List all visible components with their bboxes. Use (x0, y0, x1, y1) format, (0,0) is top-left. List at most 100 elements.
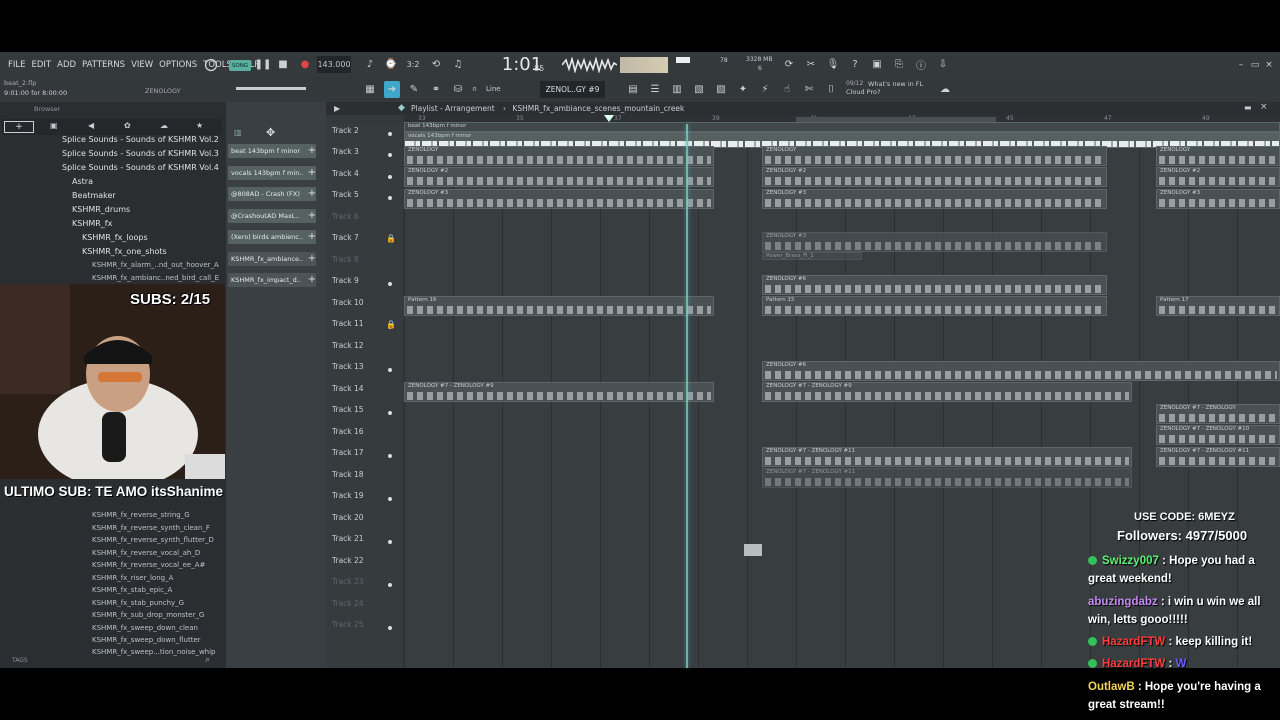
pattern-clip[interactable]: Pattern 16 (404, 296, 714, 316)
help-icon[interactable]: ? (848, 56, 862, 73)
pattern-clip[interactable]: ZENOLOGY #3 (1156, 189, 1280, 209)
browser-cloud-icon[interactable]: ☁ (160, 121, 168, 130)
audio-clip-beat[interactable]: beat 143bpm f minor (404, 122, 1280, 132)
wait-record-icon[interactable]: ⌚ (383, 56, 399, 73)
pattern-clip[interactable]: ZENOLOGY #7 - ZENOLOGY #11 (762, 468, 1132, 488)
stamp-icon[interactable]: ⛁ (450, 81, 466, 98)
picker-item[interactable]: (Xero) birds ambienc.. (228, 230, 316, 244)
pattern-clip[interactable]: ZENOLOGY (1156, 146, 1280, 166)
pattern-clip[interactable]: ZENOLOGY #7 - ZENOLOGY #9 (404, 382, 714, 402)
browser-folder[interactable]: Splice Sounds - Sounds of KSHMR Vol.3 (62, 149, 219, 158)
browser-folder[interactable]: Splice Sounds - Sounds of KSHMR Vol.4 (62, 163, 219, 172)
cut-icon[interactable]: ✄ (802, 81, 816, 98)
track-name[interactable]: Track 25 (332, 620, 364, 629)
picker-item[interactable]: vocals 143bpm f min.. (228, 166, 316, 180)
playlist-close-icon[interactable]: × (1260, 102, 1268, 112)
mixer-icon[interactable]: ☰ (648, 81, 662, 98)
track-mute-led[interactable] (388, 583, 392, 587)
pattern-clip[interactable]: ZENOLOGY #7 - ZENOLOGY (1156, 404, 1280, 424)
menu-edit[interactable]: EDIT (29, 60, 55, 70)
countdown-icon[interactable]: 3:2 (404, 56, 422, 73)
browser-file[interactable]: KSHMR_fx_sweep_down_flutter (92, 636, 201, 644)
picker-item[interactable]: @CrashoutAD MaxL.. (228, 209, 316, 223)
track-name[interactable]: Track 23 (332, 577, 364, 586)
snap-magnet-icon[interactable]: ∩ (472, 85, 477, 93)
browser-file[interactable]: KSHMR_fx_stab_epic_A (92, 586, 172, 594)
browser-add-icon[interactable]: + (4, 121, 34, 133)
pattern-selector[interactable]: ZENOL..GY #9 (540, 81, 605, 98)
picker-add-icon[interactable]: + (306, 273, 318, 287)
track-mute-led[interactable] (388, 540, 392, 544)
track-mute-led[interactable] (388, 282, 392, 286)
track-mute-led[interactable] (388, 626, 392, 630)
export-icon[interactable]: ⎘ (892, 56, 906, 73)
metronome-icon[interactable]: ♪ (362, 56, 378, 73)
pause-icon[interactable]: ❚❚ (255, 56, 272, 73)
track-name[interactable]: Track 8 (332, 255, 359, 264)
picker-add-icon[interactable]: + (306, 144, 318, 158)
script-icon[interactable]: ✦ (736, 81, 750, 98)
picker-item[interactable]: KSHMR_fx_impact_d.. (228, 273, 316, 287)
browser-file[interactable]: KSHMR_fx_reverse_string_G (92, 511, 190, 519)
browser-folder[interactable]: KSHMR_fx_one_shots (82, 247, 167, 256)
picker-add-icon[interactable]: + (306, 252, 318, 266)
close-icon[interactable]: × (1264, 56, 1274, 73)
download-icon[interactable]: ⇩ (936, 56, 950, 73)
menu-patterns[interactable]: PATTERNS (79, 60, 128, 70)
browser-star-icon[interactable]: ★ (196, 121, 203, 130)
track-mute-led[interactable] (388, 196, 392, 200)
playlist-icon[interactable]: ▧ (692, 81, 706, 98)
track-mute-led[interactable] (388, 454, 392, 458)
browser-file[interactable]: KSHMR_fx_sweep...tion_noise_whip (92, 648, 216, 656)
pattern-clip[interactable]: ZENOLOGY #2 (404, 167, 714, 187)
hint-circle-icon[interactable] (203, 56, 219, 73)
pattern-clip[interactable]: ZENOLOGY #7 - ZENOLOGY #11 (1156, 447, 1280, 467)
playlist-play-icon[interactable]: ▶ (334, 104, 340, 113)
track-lock-icon[interactable]: 🔒 (386, 320, 396, 329)
cart-icon[interactable]: ⌷ (824, 81, 838, 98)
track-name[interactable]: Track 18 (332, 470, 364, 479)
cloud-icon[interactable]: ☁ (938, 81, 952, 98)
track-mute-led[interactable] (388, 153, 392, 157)
track-name[interactable]: Track 17 (332, 448, 364, 457)
piano-roll-icon[interactable]: ▦ (362, 81, 378, 98)
track-name[interactable]: Track 11 (332, 319, 364, 328)
stop-icon[interactable]: ■ (276, 56, 290, 73)
browser-tags-label[interactable]: TAGS (12, 657, 28, 664)
track-mute-led[interactable] (388, 132, 392, 136)
browser-file[interactable]: KSHMR_fx_ambianc..ned_bird_call_E (92, 274, 219, 282)
browser-file[interactable]: KSHMR_fx_alarm_..nd_out_hoover_A (92, 261, 219, 269)
pattern-clip[interactable]: ZENOLOGY (762, 146, 1107, 166)
picker-add-icon[interactable]: + (306, 187, 318, 201)
track-name[interactable]: Track 24 (332, 599, 364, 608)
pattern-clip[interactable]: ZENOLOGY #3 (404, 189, 714, 209)
browser-folder[interactable]: KSHMR_fx (72, 219, 112, 228)
link-icon[interactable]: ⚭ (428, 81, 444, 98)
track-mute-led[interactable] (388, 175, 392, 179)
browser-file[interactable]: KSHMR_fx_sub_drop_monster_G (92, 611, 204, 619)
track-mute-led[interactable] (388, 497, 392, 501)
picker-add-icon[interactable]: + (306, 166, 318, 180)
microphone-icon[interactable]: 🎙 (826, 56, 840, 73)
pattern-clip[interactable]: ZENOLOGY #2 (1156, 167, 1280, 187)
info-icon[interactable]: ⓘ (914, 56, 928, 73)
browser-file[interactable]: KSHMR_fx_reverse_synth_clean_F (92, 524, 210, 532)
pattern-clip[interactable]: Power_Brass_Fi_1 (762, 252, 862, 260)
snap-select[interactable]: Line (486, 85, 501, 93)
pattern-clip[interactable]: ZENOLOGY #6 (762, 361, 1280, 381)
pattern-clip[interactable]: ZENOLOGY #7 - ZENOLOGY #11 (762, 447, 1132, 467)
master-volume-slider[interactable] (676, 57, 690, 63)
tools-icon[interactable]: ✂ (804, 56, 818, 73)
track-name[interactable]: Track 14 (332, 384, 364, 393)
picker-item[interactable]: KSHMR_fx_ambiance.. (228, 252, 316, 266)
track-name[interactable]: Track 2 (332, 126, 359, 135)
playlist-menu-icon[interactable]: ◆ (398, 103, 405, 113)
track-name[interactable]: Track 20 (332, 513, 364, 522)
arrow-tool-icon[interactable]: ➜ (384, 81, 400, 98)
refresh-icon[interactable]: ⟳ (782, 56, 796, 73)
track-name[interactable]: Track 4 (332, 169, 359, 178)
track-lock-icon[interactable]: 🔒 (386, 234, 396, 243)
main-pitch-slider[interactable] (236, 87, 306, 90)
plug-icon[interactable]: ⚡ (758, 81, 772, 98)
menu-file[interactable]: FILE (5, 60, 29, 70)
